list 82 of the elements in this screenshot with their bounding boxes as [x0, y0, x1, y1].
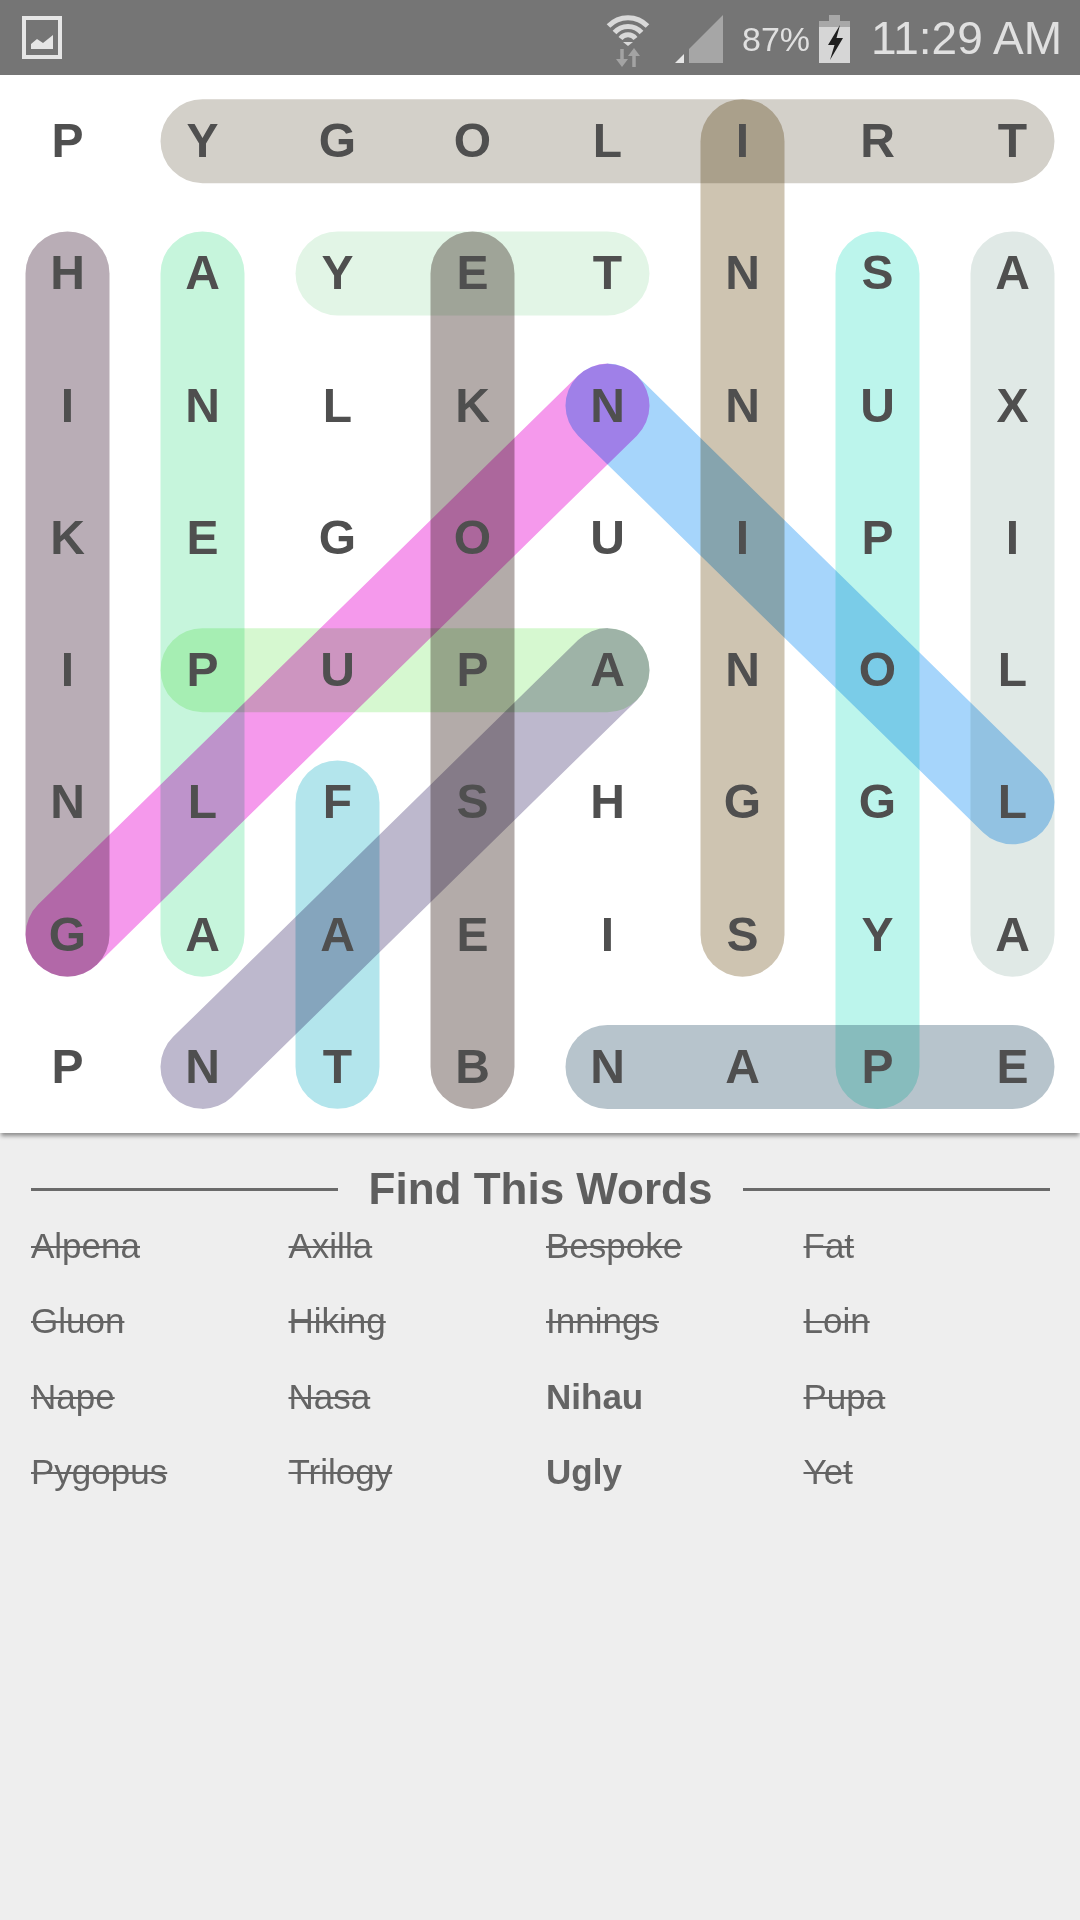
- word-list-item: Axilla: [288, 1224, 373, 1267]
- grid-letter[interactable]: G: [858, 776, 897, 829]
- word-list-item: Ugly: [546, 1451, 622, 1494]
- grid-letter[interactable]: P: [456, 644, 489, 697]
- grid-letter[interactable]: N: [50, 776, 85, 829]
- grid-letter[interactable]: A: [185, 908, 220, 961]
- grid-letter[interactable]: G: [318, 511, 357, 564]
- grid-letter[interactable]: N: [590, 1040, 625, 1093]
- grid-letter[interactable]: L: [997, 776, 1028, 829]
- grid-letter[interactable]: I: [600, 908, 615, 961]
- grid-letter[interactable]: E: [456, 908, 489, 961]
- grid-letter[interactable]: A: [725, 1040, 760, 1093]
- word-list-item: Nasa: [288, 1375, 371, 1418]
- section-title: Find This Words: [368, 1164, 713, 1214]
- grid-letter[interactable]: G: [318, 115, 357, 168]
- grid-letter[interactable]: H: [590, 776, 625, 829]
- grid-letter[interactable]: A: [320, 908, 355, 961]
- grid-letter[interactable]: N: [725, 247, 760, 300]
- word-list-item: Yet: [803, 1451, 853, 1494]
- grid-letter[interactable]: N: [725, 644, 760, 697]
- grid-letter[interactable]: B: [455, 1040, 490, 1093]
- grid-letter[interactable]: T: [322, 1040, 353, 1093]
- word-list-item: Nihau: [546, 1375, 644, 1418]
- grid-letter[interactable]: E: [456, 247, 489, 300]
- grid-letter[interactable]: P: [51, 1040, 84, 1093]
- word-list-item: Alpena: [31, 1224, 140, 1267]
- grid-letter[interactable]: E: [186, 511, 219, 564]
- grid-letter[interactable]: P: [186, 644, 219, 697]
- grid-letter[interactable]: L: [997, 644, 1028, 697]
- word-list-item: Innings: [546, 1300, 659, 1343]
- clock: 11:29 AM: [871, 10, 1062, 65]
- grid-letter[interactable]: U: [590, 511, 625, 564]
- grid-letter[interactable]: T: [997, 115, 1028, 168]
- battery-charging-icon: [819, 15, 851, 63]
- grid-letter[interactable]: P: [861, 511, 894, 564]
- grid-letter[interactable]: S: [861, 247, 894, 300]
- grid-letter[interactable]: I: [735, 115, 750, 168]
- word-list-item: Trilogy: [288, 1451, 393, 1494]
- grid-letter[interactable]: A: [995, 247, 1030, 300]
- grid-letter[interactable]: S: [726, 908, 759, 961]
- grid-letter[interactable]: R: [860, 115, 895, 168]
- grid-letter[interactable]: K: [50, 511, 85, 564]
- grid-letter[interactable]: L: [187, 776, 218, 829]
- grid-letter[interactable]: Y: [186, 115, 219, 168]
- grid-letter[interactable]: I: [735, 511, 750, 564]
- grid-letter[interactable]: A: [590, 644, 625, 697]
- grid-letter[interactable]: L: [592, 115, 623, 168]
- grid-letter[interactable]: U: [320, 644, 355, 697]
- grid-letter[interactable]: N: [725, 379, 760, 432]
- grid-letter[interactable]: Y: [861, 908, 894, 961]
- grid-letter[interactable]: L: [322, 379, 353, 432]
- signal-icon: [675, 15, 723, 63]
- grid-letter[interactable]: Y: [321, 247, 354, 300]
- word-list-item: Pupa: [803, 1375, 886, 1418]
- grid-letter[interactable]: O: [453, 115, 492, 168]
- word-list-item: Fat: [803, 1224, 855, 1267]
- grid-letter[interactable]: K: [455, 379, 490, 432]
- grid-letter[interactable]: E: [996, 1040, 1029, 1093]
- grid-letter[interactable]: I: [1005, 511, 1020, 564]
- word-list-item: Bespoke: [546, 1224, 683, 1267]
- grid-letter[interactable]: G: [723, 776, 762, 829]
- grid-letter[interactable]: P: [51, 115, 84, 168]
- word-list-item: Hiking: [288, 1300, 386, 1343]
- grid-letter[interactable]: T: [592, 247, 623, 300]
- grid-letter[interactable]: P: [861, 1040, 894, 1093]
- grid-letter[interactable]: U: [860, 379, 895, 432]
- word-list-item: Pygopus: [31, 1451, 168, 1494]
- grid-letter[interactable]: H: [50, 247, 85, 300]
- grid-letter[interactable]: O: [858, 644, 897, 697]
- word-list-item: Loin: [803, 1300, 870, 1343]
- word-list-item: Gluon: [31, 1300, 125, 1343]
- grid-letter[interactable]: I: [60, 644, 75, 697]
- grid-letter[interactable]: I: [60, 379, 75, 432]
- grid-letter[interactable]: N: [185, 1040, 220, 1093]
- grid-letter[interactable]: A: [995, 908, 1030, 961]
- grid-letter[interactable]: A: [185, 247, 220, 300]
- battery-percent: 87%: [742, 18, 811, 59]
- grid-letter[interactable]: N: [185, 379, 220, 432]
- grid-letter[interactable]: F: [322, 776, 353, 829]
- word-list-item: Nape: [31, 1375, 115, 1418]
- image-icon: [22, 16, 62, 59]
- grid-letter[interactable]: X: [996, 379, 1029, 432]
